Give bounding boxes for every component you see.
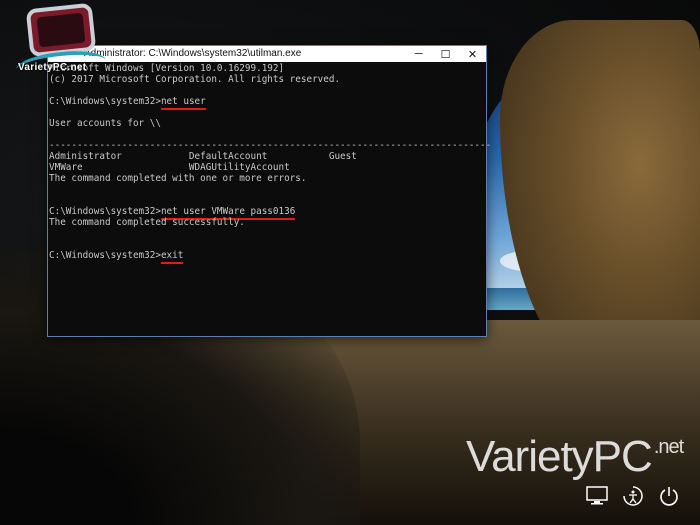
varietypc-watermark: VarietyPC .net [466, 432, 684, 481]
minimize-button[interactable]: ─ [405, 46, 432, 62]
command-exit: exit [160, 250, 184, 264]
console-line: The command completed successfully. [49, 217, 245, 228]
prompt: C:\Windows\system32> [49, 96, 161, 107]
red-underline [160, 262, 184, 264]
prompt: C:\Windows\system32> [49, 250, 161, 261]
console-line: Administrator DefaultAccount Guest [49, 151, 357, 162]
close-button[interactable]: ✕ [459, 46, 486, 62]
ease-of-access-icon[interactable] [622, 485, 644, 507]
console-line: VMWare WDAGUtilityAccount [49, 162, 290, 173]
prompt: C:\Windows\system32> [49, 206, 161, 217]
console-line: C:\Windows\system32>net user [49, 96, 206, 110]
console-line: The command completed with one or more e… [49, 173, 307, 184]
window-title: Administrator: C:\Windows\system32\utilm… [84, 48, 302, 59]
lockscreen-tray [586, 485, 680, 507]
varietypc-logo: VarietyPC.net [14, 2, 108, 87]
console-output[interactable]: Microsoft Windows [Version 10.0.16299.19… [49, 63, 491, 336]
console-line: User accounts for \\ [49, 118, 161, 129]
command-net-user-set: net user VMWare pass0136 [160, 206, 296, 220]
command-prompt-window[interactable]: Administrator: C:\Windows\system32\utilm… [47, 45, 491, 337]
window-titlebar[interactable]: Administrator: C:\Windows\system32\utilm… [48, 46, 486, 62]
logo-text: VarietyPC.net [18, 62, 87, 73]
console-separator: ----------------------------------------… [49, 140, 492, 151]
power-icon[interactable] [658, 485, 680, 507]
red-underline [160, 108, 206, 110]
network-icon[interactable] [586, 485, 608, 507]
command-net-user: net user [160, 96, 206, 110]
maximize-button[interactable]: ☐ [432, 46, 459, 62]
console-line: C:\Windows\system32>net user VMWare pass… [49, 206, 296, 220]
console-line: C:\Windows\system32>exit [49, 250, 184, 264]
